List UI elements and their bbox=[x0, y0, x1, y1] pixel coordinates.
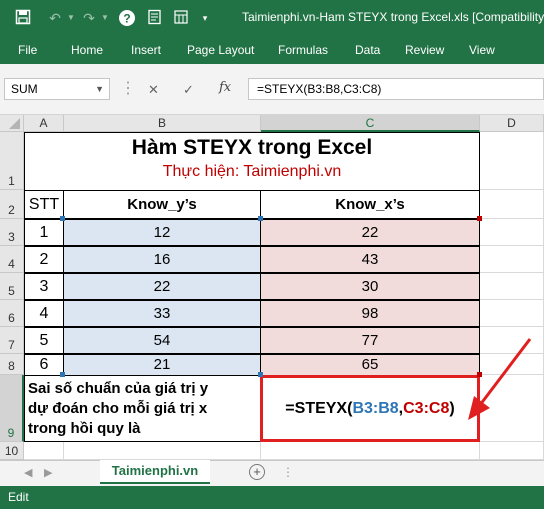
formula-input[interactable]: =STEYX(B3:B8,C3:C8) bbox=[248, 78, 544, 100]
name-box-value: SUM bbox=[11, 82, 38, 96]
add-sheet-icon[interactable]: + bbox=[249, 464, 265, 480]
help-icon[interactable]: ? bbox=[118, 9, 136, 27]
tab-file[interactable]: File bbox=[18, 43, 37, 57]
cancel-icon[interactable]: ✕ bbox=[148, 82, 159, 98]
tab-review[interactable]: Review bbox=[405, 43, 444, 57]
insert-function-icon[interactable]: fx bbox=[219, 80, 231, 95]
redo-dropdown-icon[interactable]: ▼ bbox=[96, 9, 114, 27]
status-mode: Edit bbox=[8, 490, 29, 504]
worksheet-grid: A B C D 1 2 3 4 5 6 7 8 9 10 Hàm STEYX t… bbox=[0, 115, 544, 460]
tab-view[interactable]: View bbox=[469, 43, 495, 57]
formula-bar: SUM ▼ ⋮ ✕ ✓ fx =STEYX(B3:B8,C3:C8) bbox=[0, 64, 544, 115]
undo-dropdown-icon[interactable]: ▼ bbox=[62, 9, 80, 27]
name-box[interactable]: SUM ▼ bbox=[4, 78, 110, 100]
sheet-bar-divider-icon: ⋮ bbox=[282, 465, 294, 479]
svg-text:?: ? bbox=[123, 12, 130, 26]
quick-access-dropdown-icon[interactable]: ▾ bbox=[196, 9, 214, 27]
customize-qat-icon[interactable] bbox=[172, 9, 190, 27]
annotation-arrow-icon bbox=[468, 338, 532, 420]
scroll-sheets-right-icon[interactable]: ▶ bbox=[44, 466, 52, 479]
tab-home[interactable]: Home bbox=[71, 43, 103, 57]
tab-data[interactable]: Data bbox=[355, 43, 380, 57]
ribbon-tabs: File Home Insert Page Layout Formulas Da… bbox=[0, 36, 544, 64]
print-preview-icon[interactable] bbox=[146, 9, 164, 27]
window-title: Taimienphi.vn-Ham STEYX trong Excel.xls … bbox=[242, 10, 544, 24]
scroll-sheets-left-icon[interactable]: ◀ bbox=[24, 466, 32, 479]
enter-icon[interactable]: ✓ bbox=[183, 82, 194, 98]
title-bar: ↶ ▼ ↷ ▼ ? ▾ Taimienphi.vn-Ham STEYX tron… bbox=[0, 0, 544, 36]
save-icon[interactable] bbox=[14, 9, 32, 27]
sheet-tab-active[interactable]: Taimienphi.vn bbox=[100, 460, 210, 484]
formula-bar-divider-icon: ⋮ bbox=[120, 80, 136, 97]
tab-formulas[interactable]: Formulas bbox=[278, 43, 328, 57]
tab-insert[interactable]: Insert bbox=[131, 43, 161, 57]
sheet-tab-bar: ◀ ▶ Taimienphi.vn + ⋮ bbox=[0, 460, 544, 487]
status-bar: Edit bbox=[0, 486, 544, 509]
tab-page-layout[interactable]: Page Layout bbox=[187, 43, 254, 57]
name-box-dropdown-icon[interactable]: ▼ bbox=[95, 79, 104, 99]
